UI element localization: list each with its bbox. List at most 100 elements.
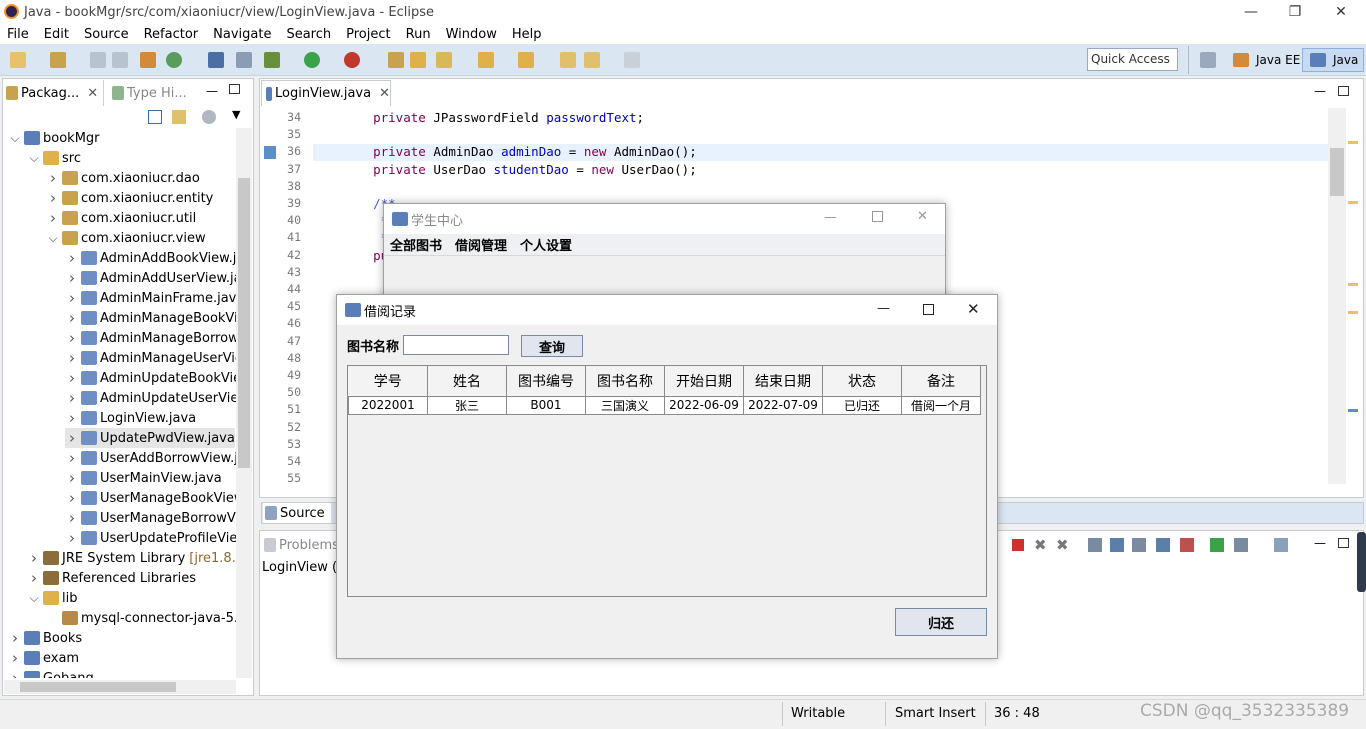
display-console-icon[interactable] <box>1234 538 1248 552</box>
tree-item[interactable]: › LoginView.java <box>65 408 196 428</box>
maximize-bottom-icon[interactable] <box>1338 538 1349 548</box>
open-folder-icon[interactable] <box>410 52 426 68</box>
chevron-right-icon[interactable]: › <box>65 329 79 347</box>
chevron-right-icon[interactable]: › <box>65 489 79 507</box>
menu-item-run[interactable]: Run <box>399 27 439 42</box>
tree-item[interactable]: mysql-connector-java-5.1 <box>46 608 236 628</box>
table-row[interactable]: 2022001 张三 B001 三国演义 2022-06-09 2022-07-09 已归还… <box>348 395 981 415</box>
open-console-icon[interactable] <box>1210 538 1224 552</box>
tab-loginview-java[interactable]: LoginView.java ✕ <box>261 80 391 106</box>
minimize-icon[interactable]: — <box>877 301 890 316</box>
close-icon[interactable]: ✕ <box>87 86 98 101</box>
chevron-right-icon[interactable]: › <box>8 649 22 667</box>
chevron-right-icon[interactable]: › <box>65 349 79 367</box>
close-icon[interactable]: ✕ <box>967 300 980 318</box>
tree-item[interactable]: › UserMainView.java <box>65 468 222 488</box>
tree-item[interactable]: › JRE System Library[jre1.8.0_ <box>27 548 236 568</box>
tree-item[interactable]: › UserManageBookView <box>65 488 236 508</box>
tree-item[interactable]: › com.xiaoniucr.dao <box>46 168 200 188</box>
chevron-right-icon[interactable]: › <box>65 289 79 307</box>
chevron-right-icon[interactable]: › <box>65 309 79 327</box>
open-type-icon[interactable] <box>388 52 404 68</box>
refresh-icon[interactable] <box>166 52 182 68</box>
save-all-icon[interactable] <box>112 52 128 68</box>
editor-vscrollbar[interactable] <box>1328 108 1346 484</box>
minimize-bottom-icon[interactable]: — <box>1314 536 1326 550</box>
tree-item[interactable]: › AdminManageUserVie <box>65 348 236 368</box>
console-hscrollbar[interactable] <box>262 682 1342 694</box>
quick-access-input[interactable]: Quick Access <box>1087 48 1178 71</box>
tree-item[interactable]: › AdminMainFrame.java <box>65 288 236 308</box>
tree-item[interactable]: › com.xiaoniucr.entity <box>46 188 213 208</box>
tree-item[interactable]: › UserManageBorrowVi <box>65 508 236 528</box>
explorer-hscrollbar[interactable] <box>4 680 236 694</box>
column-header[interactable]: 备注 <box>901 366 981 396</box>
minimize-button[interactable]: — <box>1228 0 1274 24</box>
new-icon[interactable] <box>10 52 26 68</box>
close-button[interactable]: ✕ <box>1318 0 1364 24</box>
tree-item[interactable]: › exam <box>8 648 79 668</box>
explorer-vscrollbar[interactable] <box>236 128 252 678</box>
student-menu-item-2[interactable]: 个人设置 <box>514 235 579 254</box>
explorer-hscroll-thumb[interactable] <box>20 682 176 692</box>
chevron-right-icon[interactable]: › <box>46 209 60 227</box>
tree-item[interactable]: › AdminAddUserView.ja <box>65 268 236 288</box>
tree-item[interactable]: › AdminManageBorrow <box>65 328 236 348</box>
chevron-down-icon[interactable]: ⌵ <box>27 151 41 166</box>
tree-item[interactable]: › AdminAddBookView.ja <box>65 248 236 268</box>
search-pen-icon[interactable] <box>436 52 452 68</box>
tree-item[interactable]: › Gobang <box>8 668 94 678</box>
link-editor-icon[interactable] <box>172 110 186 124</box>
return-button[interactable]: 归还 <box>895 608 987 636</box>
column-header[interactable]: 开始日期 <box>664 366 744 396</box>
close-icon[interactable]: ✕ <box>379 86 390 101</box>
tree-item[interactable]: › UserAddBorrowView.ja <box>65 448 236 468</box>
chevron-right-icon[interactable]: › <box>65 529 79 547</box>
chevron-down-icon[interactable]: ⌵ <box>46 231 60 246</box>
chevron-right-icon[interactable]: › <box>65 409 79 427</box>
book-name-input[interactable] <box>403 335 509 355</box>
tree-item[interactable]: › Referenced Libraries <box>27 568 196 588</box>
chevron-right-icon[interactable]: › <box>46 189 60 207</box>
minimize-icon[interactable]: — <box>824 210 837 225</box>
column-header[interactable]: 学号 <box>348 366 428 396</box>
chevron-right-icon[interactable]: › <box>65 429 79 447</box>
menu-item-help[interactable]: Help <box>505 27 550 42</box>
chevron-right-icon[interactable]: › <box>65 469 79 487</box>
column-header[interactable]: 姓名 <box>427 366 507 396</box>
show-console-icon[interactable] <box>1180 538 1194 552</box>
chevron-right-icon[interactable]: › <box>27 549 41 567</box>
menu-item-source[interactable]: Source <box>77 27 137 42</box>
column-header[interactable]: 图书编号 <box>506 366 586 396</box>
column-header[interactable]: 图书名称 <box>585 366 665 396</box>
tree-item[interactable]: › Books <box>8 628 82 648</box>
chevron-right-icon[interactable]: › <box>8 629 22 647</box>
remove-all-icon[interactable]: ✖ <box>1056 536 1069 554</box>
explorer-vscroll-thumb[interactable] <box>238 178 250 468</box>
minimize-view-icon[interactable]: — <box>206 84 218 98</box>
perspective-javaee[interactable]: Java EE <box>1226 48 1305 72</box>
new-project-icon[interactable] <box>50 52 66 68</box>
maximize-icon[interactable] <box>923 304 934 315</box>
perspective-java[interactable]: Java <box>1302 48 1365 72</box>
tab-type-hierarchy[interactable]: Type Hi... <box>110 80 194 106</box>
filter-icon[interactable] <box>202 110 216 124</box>
maximize-editor-icon[interactable] <box>1338 86 1349 96</box>
new-console-icon[interactable] <box>1274 538 1288 552</box>
build-icon[interactable] <box>140 52 156 68</box>
save-icon[interactable] <box>90 52 106 68</box>
menu-item-edit[interactable]: Edit <box>37 27 77 42</box>
maximize-view-icon[interactable] <box>229 84 240 94</box>
forward-icon[interactable] <box>624 52 640 68</box>
back-icon[interactable] <box>584 52 600 68</box>
view-menu-chevron-down-icon[interactable]: ▼ <box>232 108 240 121</box>
chevron-right-icon[interactable]: › <box>65 389 79 407</box>
tab-source[interactable]: Source <box>263 503 331 523</box>
menu-item-window[interactable]: Window <box>439 27 505 42</box>
remove-launch-icon[interactable]: ✖ <box>1034 536 1047 554</box>
last-edit-icon[interactable] <box>560 52 576 68</box>
collapse-all-icon[interactable] <box>148 110 162 124</box>
menu-item-refactor[interactable]: Refactor <box>137 27 207 42</box>
chevron-down-icon[interactable]: ⌵ <box>27 591 41 606</box>
chevron-right-icon[interactable]: › <box>65 369 79 387</box>
